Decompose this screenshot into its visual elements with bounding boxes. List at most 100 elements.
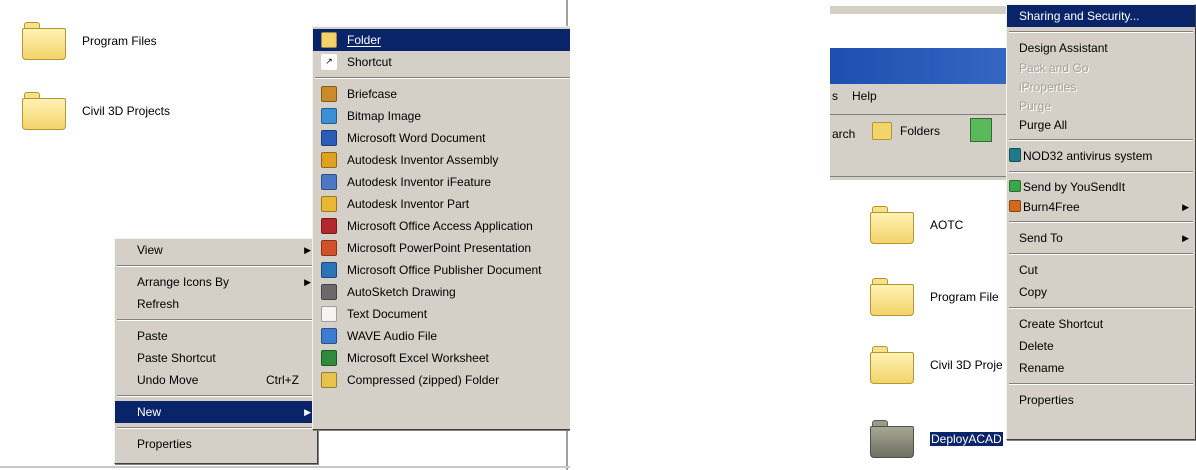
folder-label: AOTC: [930, 218, 964, 232]
folder-label: Civil 3D Projects: [82, 104, 171, 118]
menu-item-undo-move[interactable]: Undo Move Ctrl+Z: [115, 369, 317, 391]
menu-item-arrange-icons-by[interactable]: Arrange Icons By ▶: [115, 271, 317, 293]
menu-item-view[interactable]: View ▶: [115, 239, 317, 261]
menu-item-burn4free[interactable]: Burn4Free ▶: [1007, 197, 1195, 217]
menu-item-label: View: [137, 243, 163, 257]
menu-item-label: Briefcase: [347, 87, 398, 101]
menu-item-paste-shortcut[interactable]: Paste Shortcut: [115, 347, 317, 369]
menu-item-new-inventor-part[interactable]: Autodesk Inventor Part: [313, 193, 570, 215]
menu-item-label: Properties: [137, 437, 192, 451]
desktop-folder-program-files[interactable]: Program Files: [22, 22, 157, 60]
folder-icon: [22, 92, 66, 130]
menu-item-new-word[interactable]: Microsoft Word Document: [313, 127, 570, 149]
menu-item-label: Rename: [1019, 361, 1065, 375]
access-icon: [321, 218, 337, 234]
autosketch-icon: [321, 284, 337, 300]
menu-item-purge-all[interactable]: Purge All: [1007, 116, 1195, 135]
menu-item-label: Microsoft Office Publisher Document: [347, 263, 542, 277]
folder-context-menu: Sharing and Security... Design Assistant…: [1006, 4, 1196, 440]
explorer-folder-aotc[interactable]: AOTC: [870, 206, 963, 244]
shortcut-label: Ctrl+Z: [266, 373, 299, 387]
menu-item-rename[interactable]: Rename: [1007, 357, 1195, 379]
powerpoint-icon: [321, 240, 337, 256]
menu-item-new-inventor-assembly[interactable]: Autodesk Inventor Assembly: [313, 149, 570, 171]
menu-item-design-assistant[interactable]: Design Assistant: [1007, 37, 1195, 59]
menu-item-label: Send To: [1019, 231, 1063, 245]
search-button-label[interactable]: arch: [832, 127, 855, 141]
menu-item-label: Microsoft Word Document: [347, 131, 486, 145]
menu-item-label: Burn4Free: [1023, 200, 1080, 214]
menu-item-new-publisher[interactable]: Microsoft Office Publisher Document: [313, 259, 570, 281]
menu-item-label: Arrange Icons By: [137, 275, 230, 289]
menu-item-new-excel[interactable]: Microsoft Excel Worksheet: [313, 347, 570, 369]
menu-item-label: Delete: [1019, 339, 1054, 353]
shortcut-icon: ↗: [321, 54, 337, 70]
menu-item-label: Shortcut: [347, 55, 392, 69]
move-to-icon[interactable]: [970, 118, 992, 142]
menu-item-send-to[interactable]: Send To ▶: [1007, 227, 1195, 249]
menu-item-copy[interactable]: Copy: [1007, 281, 1195, 303]
menu-item-new-shortcut[interactable]: ↗ Shortcut: [313, 51, 570, 73]
left-desktop-panel: Program Files Civil 3D Projects View ▶ Ar…: [0, 0, 570, 470]
menu-item-purge[interactable]: Purge: [1007, 97, 1195, 116]
folders-button[interactable]: Folders: [872, 122, 940, 140]
menu-item-new[interactable]: New ▶: [115, 401, 317, 423]
bottom-divider: [0, 466, 570, 468]
menu-item-properties[interactable]: Properties: [1007, 389, 1195, 411]
menu-item-delete[interactable]: Delete: [1007, 335, 1195, 357]
menu-item-paste[interactable]: Paste: [115, 325, 317, 347]
menu-item-label: Send by YouSendIt: [1023, 180, 1126, 194]
menu-item-cut[interactable]: Cut: [1007, 259, 1195, 281]
menu-item-new-powerpoint[interactable]: Microsoft PowerPoint Presentation: [313, 237, 570, 259]
menu-item-new-bitmap[interactable]: Bitmap Image: [313, 105, 570, 127]
menu-item-create-shortcut[interactable]: Create Shortcut: [1007, 313, 1195, 335]
menu-separator: [1009, 171, 1193, 173]
menu-item-label: Text Document: [347, 307, 428, 321]
menu-item-label: AutoSketch Drawing: [347, 285, 456, 299]
menu-item-new-folder[interactable]: Folder: [313, 29, 570, 51]
menu-separator: [1009, 139, 1193, 141]
zip-folder-icon: [321, 372, 337, 388]
explorer-folder-deployacad[interactable]: DeployACAD: [870, 420, 1003, 458]
publisher-icon: [321, 262, 337, 278]
menu-item-refresh[interactable]: Refresh: [115, 293, 317, 315]
inventor-ifeature-icon: [321, 174, 337, 190]
word-icon: [321, 130, 337, 146]
burn4free-icon: [1009, 200, 1021, 212]
text-document-icon: [321, 306, 337, 322]
menu-separator: [117, 319, 315, 321]
folder-label: DeployACAD: [930, 432, 1003, 446]
menu-item-new-wave-audio[interactable]: WAVE Audio File: [313, 325, 570, 347]
menu-item-new-inventor-ifeature[interactable]: Autodesk Inventor iFeature: [313, 171, 570, 193]
menu-item-label: Microsoft Office Access Application: [347, 219, 533, 233]
menu-item-new-text-document[interactable]: Text Document: [313, 303, 570, 325]
explorer-folder-program-files[interactable]: Program File: [870, 278, 999, 316]
submenu-arrow-icon: ▶: [304, 245, 311, 255]
menu-bar-help[interactable]: Help: [852, 89, 877, 103]
menu-item-new-access[interactable]: Microsoft Office Access Application: [313, 215, 570, 237]
menu-item-sharing-and-security[interactable]: Sharing and Security...: [1007, 5, 1195, 27]
menu-item-new-zip-folder[interactable]: Compressed (zipped) Folder: [313, 369, 570, 391]
menu-item-new-briefcase[interactable]: Briefcase: [313, 83, 570, 105]
menu-item-new-autosketch[interactable]: AutoSketch Drawing: [313, 281, 570, 303]
menu-item-label: Purge: [1019, 99, 1052, 113]
submenu-arrow-icon: ▶: [1182, 233, 1189, 243]
menu-item-pack-and-go[interactable]: Pack and Go: [1007, 59, 1195, 78]
submenu-arrow-icon: ▶: [1182, 202, 1189, 212]
menu-item-send-by-yousendit[interactable]: Send by YouSendIt: [1007, 177, 1195, 197]
menu-item-properties[interactable]: Properties: [115, 433, 317, 455]
desktop-folder-civil-3d-projects[interactable]: Civil 3D Projects: [22, 92, 170, 130]
folder-label: Program File: [930, 290, 999, 304]
menu-separator: [1009, 31, 1193, 33]
menu-item-label: Compressed (zipped) Folder: [347, 373, 500, 387]
menu-item-label: New: [137, 405, 162, 419]
yousendit-icon: [1009, 180, 1021, 192]
desktop-context-menu: View ▶ Arrange Icons By ▶ Refresh Paste Pa…: [114, 238, 318, 464]
new-submenu: Folder ↗ Shortcut Briefcase Bitmap Image M…: [312, 26, 570, 430]
menu-item-nod32[interactable]: NOD32 antivirus system: [1007, 145, 1195, 167]
menu-item-label: Autodesk Inventor iFeature: [347, 175, 492, 189]
explorer-folder-civil-3d-projects[interactable]: Civil 3D Proje: [870, 346, 1003, 384]
folders-label: Folders: [900, 124, 941, 138]
menu-separator: [1009, 383, 1193, 385]
menu-item-iproperties[interactable]: iProperties: [1007, 78, 1195, 97]
